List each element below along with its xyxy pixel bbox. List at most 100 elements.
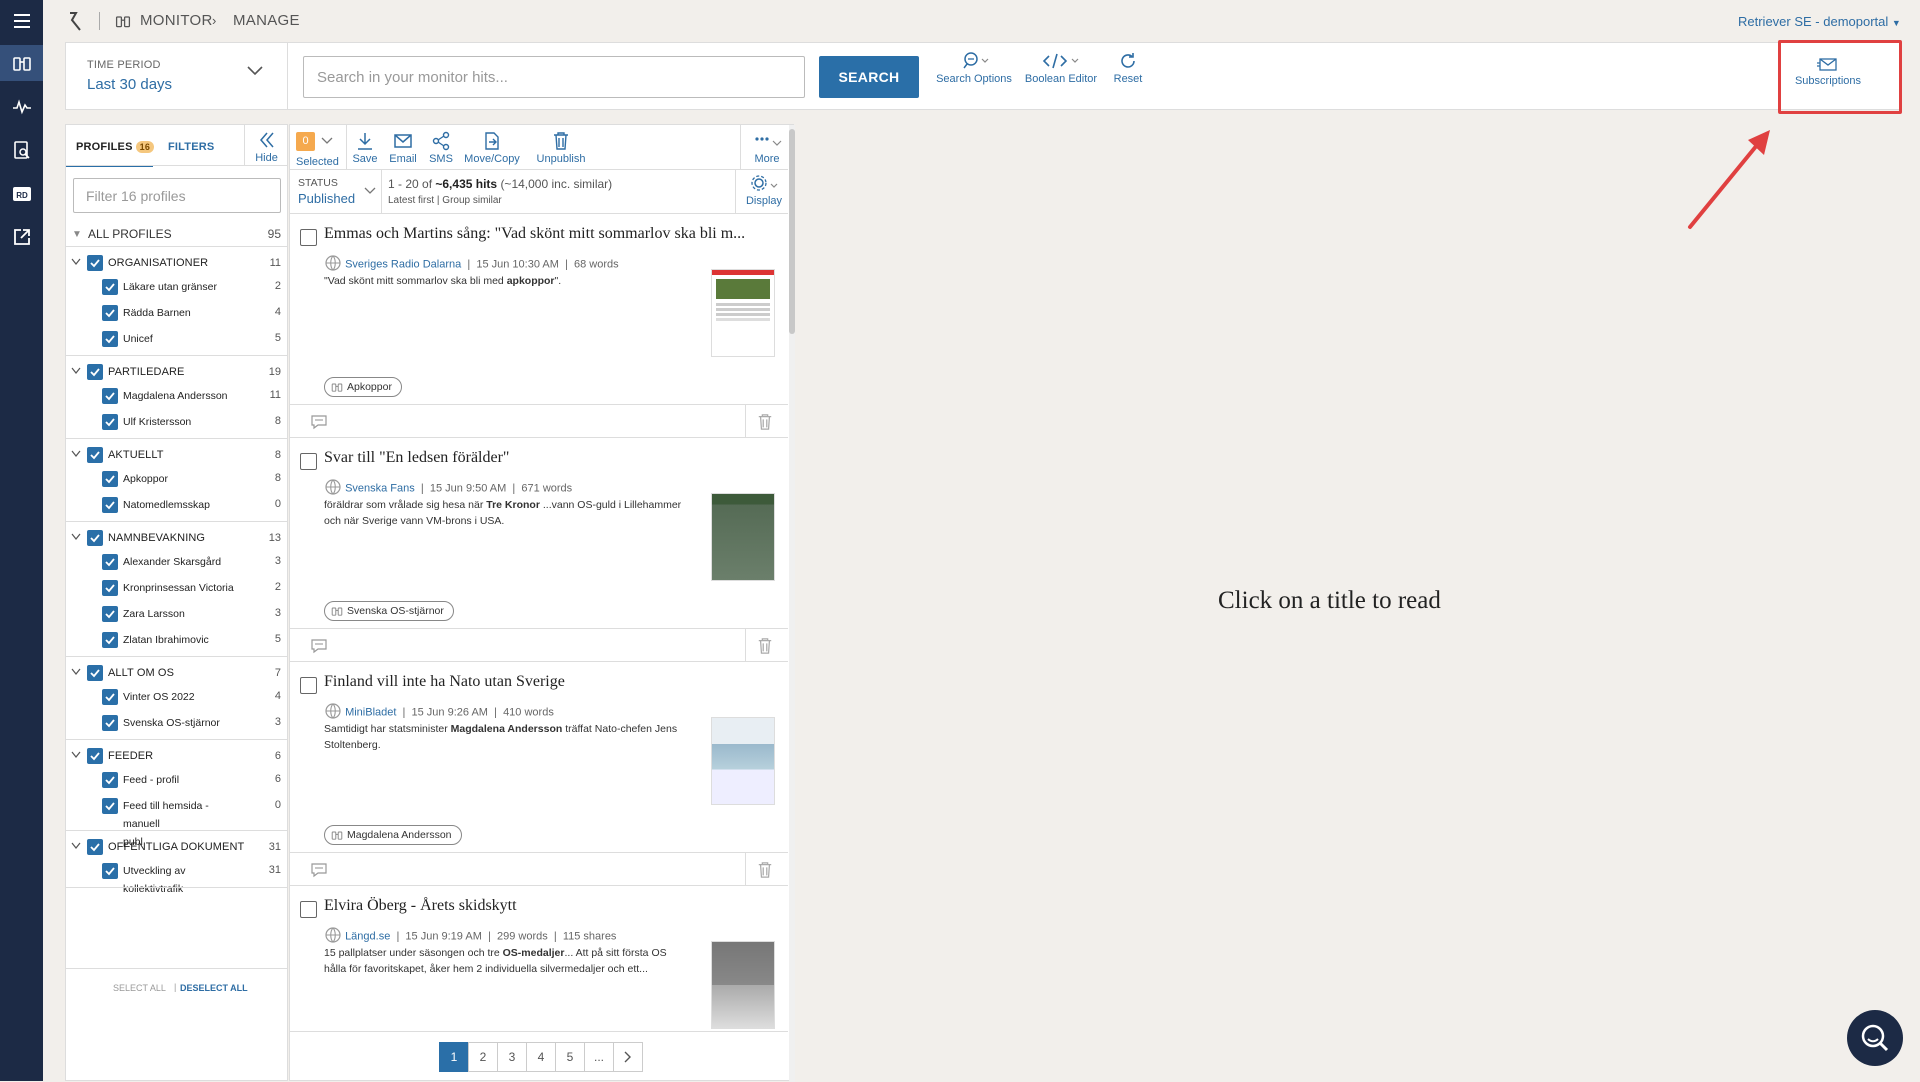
article-title[interactable]: Svar till "En ledsen förälder" <box>324 449 774 467</box>
profile-checkbox[interactable] <box>102 279 118 295</box>
page-button[interactable]: 2 <box>468 1042 498 1072</box>
deselect-all-link[interactable]: DESELECT ALL <box>180 983 248 993</box>
article-source[interactable]: Sveriges Radio Dalarna <box>345 258 461 270</box>
next-page-icon[interactable] <box>613 1042 643 1072</box>
profile-checkbox[interactable] <box>102 606 118 622</box>
group-checkbox[interactable] <box>87 839 103 855</box>
group-checkbox[interactable] <box>87 447 103 463</box>
profile-group-row[interactable]: FEEDER 6 <box>66 745 287 767</box>
trash-icon[interactable] <box>757 861 773 884</box>
profile-item[interactable]: Svenska OS-stjärnor 3 <box>66 712 287 734</box>
search-button[interactable]: SEARCH <box>819 56 919 98</box>
retriever-logo-icon[interactable] <box>68 10 82 37</box>
profile-item[interactable]: Unicef 5 <box>66 328 287 350</box>
status-select[interactable]: STATUS Published <box>290 169 382 213</box>
group-checkbox[interactable] <box>87 530 103 546</box>
trash-icon[interactable] <box>757 637 773 660</box>
page-button[interactable]: ... <box>584 1042 614 1072</box>
article-title[interactable]: Elvira Öberg - Årets skidskytt <box>324 897 774 915</box>
article-checkbox[interactable] <box>300 453 317 470</box>
all-profiles-row[interactable]: ▼ ALL PROFILES 95 <box>70 223 291 245</box>
profile-tag[interactable]: Magdalena Andersson <box>324 825 462 845</box>
article-checkbox[interactable] <box>300 229 317 246</box>
breadcrumb-monitor[interactable]: MONITOR <box>140 12 213 29</box>
article-checkbox[interactable] <box>300 677 317 694</box>
profile-checkbox[interactable] <box>102 798 118 814</box>
menu-icon[interactable] <box>0 3 43 39</box>
article-title[interactable]: Emmas och Martins sång: "Vad skönt mitt … <box>324 225 774 243</box>
profile-item[interactable]: Rädda Barnen 4 <box>66 302 287 324</box>
rd-icon[interactable]: RD <box>0 176 43 212</box>
select-all-link[interactable]: SELECT ALL <box>113 983 166 993</box>
email-button[interactable]: Email <box>387 131 419 165</box>
chevron-down-icon[interactable] <box>69 367 83 378</box>
article-title[interactable]: Finland vill inte ha Nato utan Sverige <box>324 673 774 691</box>
chevron-down-icon[interactable] <box>69 668 83 679</box>
chevron-down-icon[interactable] <box>69 258 83 269</box>
profile-checkbox[interactable] <box>102 772 118 788</box>
profile-checkbox[interactable] <box>102 331 118 347</box>
article-source[interactable]: Längd.se <box>345 930 390 942</box>
profile-item[interactable]: Ulf Kristersson 8 <box>66 411 287 433</box>
filter-profiles-input[interactable] <box>73 178 281 213</box>
profile-checkbox[interactable] <box>102 715 118 731</box>
profile-item[interactable]: Apkoppor 8 <box>66 468 287 490</box>
article-checkbox[interactable] <box>300 901 317 918</box>
sort-latest-first[interactable]: Latest first <box>388 195 434 206</box>
move-copy-button[interactable]: Move/Copy <box>463 131 521 165</box>
scrollbar[interactable] <box>789 125 795 1082</box>
profile-group-row[interactable]: NAMNBEVAKNING 13 <box>66 527 287 549</box>
profile-item[interactable]: Vinter OS 2022 4 <box>66 686 287 708</box>
document-search-icon[interactable] <box>0 132 43 168</box>
group-checkbox[interactable] <box>87 665 103 681</box>
profile-checkbox[interactable] <box>102 305 118 321</box>
article-source[interactable]: MiniBladet <box>345 706 396 718</box>
unpublish-button[interactable]: Unpublish <box>535 131 587 165</box>
chevron-down-icon[interactable] <box>69 751 83 762</box>
search-options-button[interactable]: Search Options <box>936 51 1012 85</box>
profile-item[interactable]: Zara Larsson 3 <box>66 603 287 625</box>
article-thumbnail[interactable] <box>711 717 775 805</box>
external-link-icon[interactable] <box>0 219 43 255</box>
page-button[interactable]: 4 <box>526 1042 556 1072</box>
profile-item[interactable]: Feed - profil 6 <box>66 769 287 791</box>
chevron-down-icon[interactable] <box>69 842 83 853</box>
profile-group-row[interactable]: AKTUELLT 8 <box>66 444 287 466</box>
chevron-down-icon[interactable] <box>69 533 83 544</box>
group-similar[interactable]: Group similar <box>442 195 501 206</box>
reset-button[interactable]: Reset <box>1106 51 1150 85</box>
article-thumbnail[interactable] <box>711 493 775 581</box>
page-button[interactable]: 5 <box>555 1042 585 1072</box>
comment-icon[interactable] <box>310 413 328 436</box>
group-checkbox[interactable] <box>87 255 103 271</box>
article-thumbnail[interactable] <box>711 269 775 357</box>
pulse-icon[interactable] <box>0 89 43 125</box>
more-button[interactable]: More <box>742 131 792 165</box>
page-button[interactable]: 3 <box>497 1042 527 1072</box>
profile-item[interactable]: Utveckling av kollektivtrafik 31 <box>66 860 287 895</box>
article-source[interactable]: Svenska Fans <box>345 482 415 494</box>
profile-checkbox[interactable] <box>102 863 118 879</box>
comment-icon[interactable] <box>310 637 328 660</box>
save-button[interactable]: Save <box>350 131 380 165</box>
profile-group-row[interactable]: OFFENTLIGA DOKUMENT 31 <box>66 836 287 858</box>
profile-item[interactable]: Magdalena Andersson 11 <box>66 385 287 407</box>
display-button[interactable]: Display <box>738 175 790 207</box>
profile-group-row[interactable]: ALLT OM OS 7 <box>66 662 287 684</box>
profile-item[interactable]: Zlatan Ibrahimovic 5 <box>66 629 287 651</box>
profile-checkbox[interactable] <box>102 414 118 430</box>
profile-checkbox[interactable] <box>102 471 118 487</box>
profile-group-row[interactable]: PARTILEDARE 19 <box>66 361 287 383</box>
profile-item[interactable]: Natomedlemsskap 0 <box>66 494 287 516</box>
profile-checkbox[interactable] <box>102 554 118 570</box>
profile-checkbox[interactable] <box>102 632 118 648</box>
hide-panel-button[interactable]: Hide <box>244 125 288 165</box>
group-checkbox[interactable] <box>87 748 103 764</box>
profile-item[interactable]: Läkare utan gränser 2 <box>66 276 287 298</box>
profile-item[interactable]: Alexander Skarsgård 3 <box>66 551 287 573</box>
profile-tag[interactable]: Svenska OS-stjärnor <box>324 601 454 621</box>
profile-checkbox[interactable] <box>102 580 118 596</box>
profile-tag[interactable]: Apkoppor <box>324 377 402 397</box>
profile-checkbox[interactable] <box>102 388 118 404</box>
group-checkbox[interactable] <box>87 364 103 380</box>
